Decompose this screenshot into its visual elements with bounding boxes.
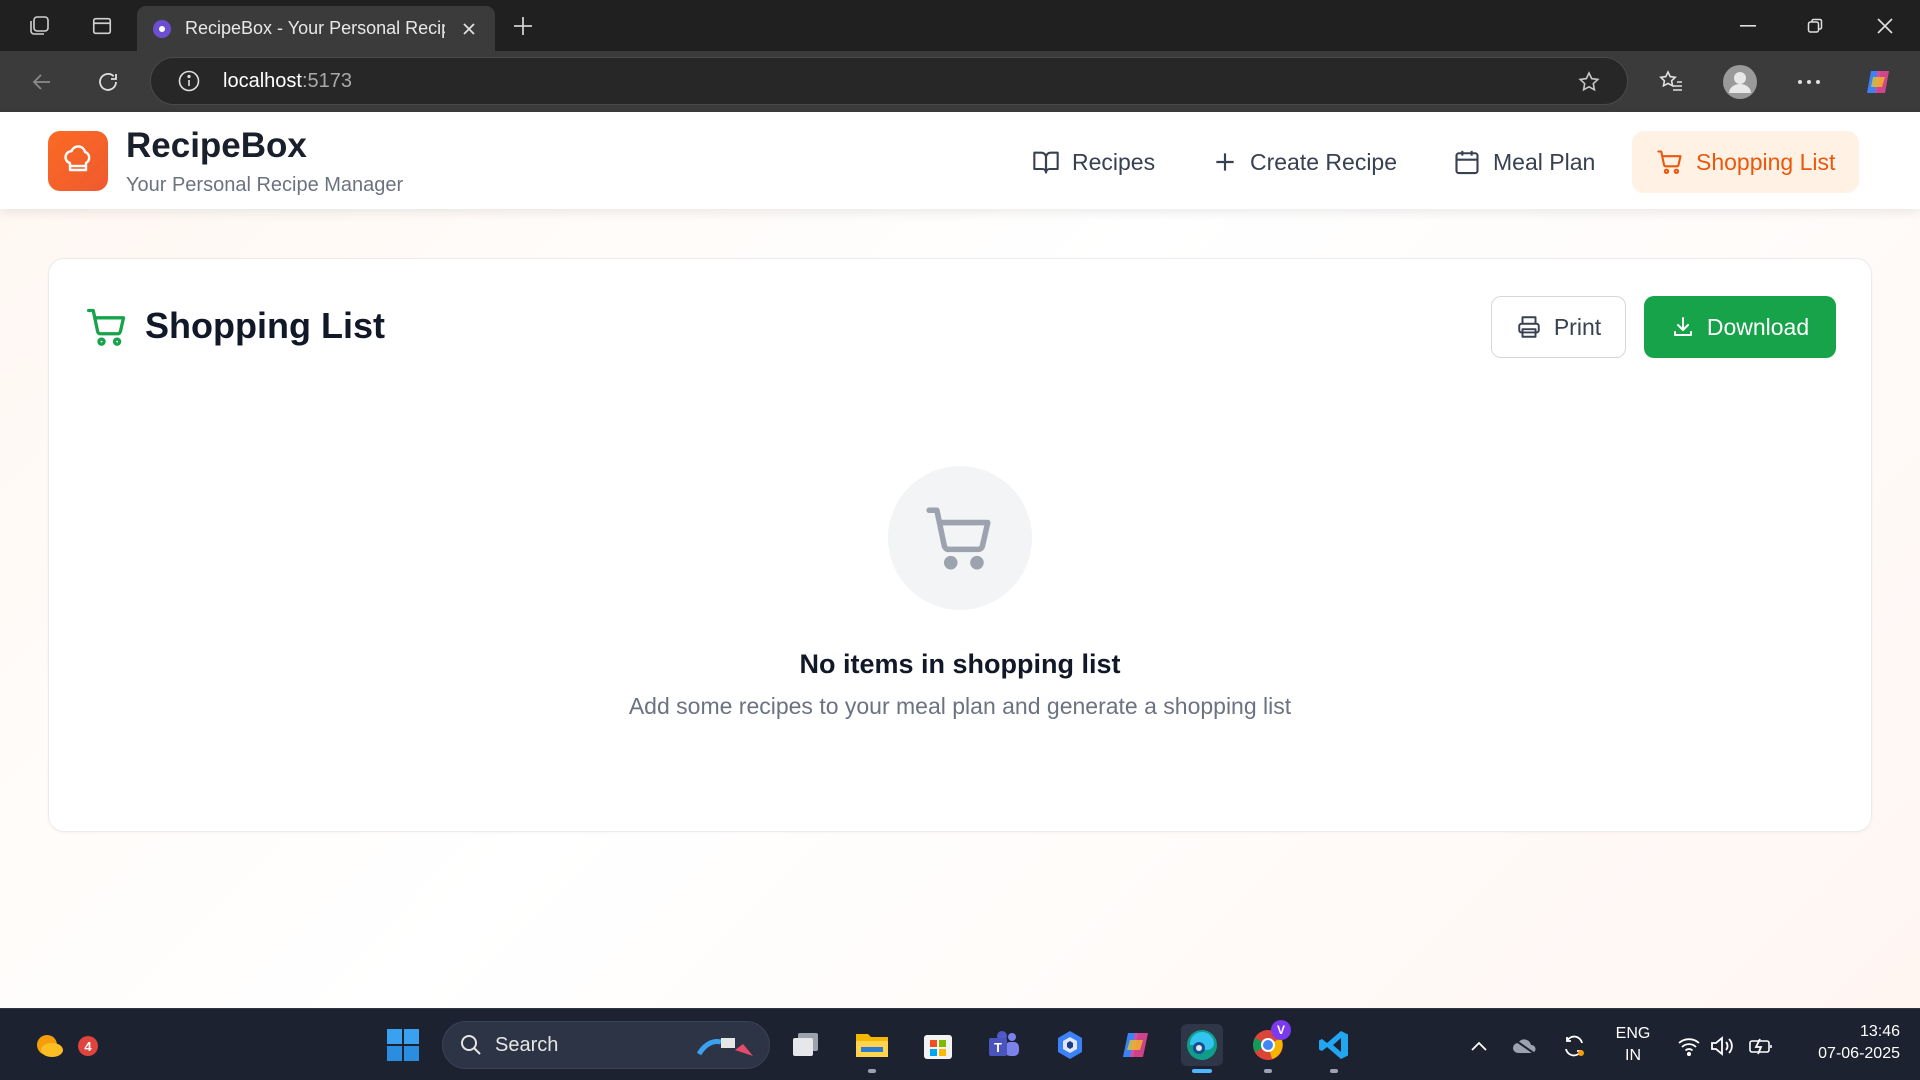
browser-toolbar: localhost:5173 bbox=[0, 51, 1920, 112]
favorites-icon[interactable] bbox=[1655, 66, 1687, 98]
minimize-icon[interactable] bbox=[1733, 12, 1763, 40]
download-button[interactable]: Download bbox=[1644, 296, 1836, 358]
nav-create-recipe-label: Create Recipe bbox=[1250, 148, 1398, 175]
shopping-list-card: Shopping List Print Download No items in… bbox=[48, 258, 1872, 832]
search-placeholder: Search bbox=[495, 1033, 559, 1056]
power-automate-icon[interactable] bbox=[1049, 1024, 1091, 1066]
file-explorer-icon[interactable] bbox=[851, 1024, 893, 1073]
wifi-icon[interactable] bbox=[1676, 1033, 1702, 1059]
empty-state-title: No items in shopping list bbox=[799, 649, 1121, 679]
more-options-icon[interactable] bbox=[1793, 66, 1825, 98]
task-view-icon[interactable] bbox=[785, 1024, 827, 1066]
calendar-icon bbox=[1455, 150, 1479, 175]
region-code: IN bbox=[1625, 1047, 1641, 1064]
shopping-cart-icon bbox=[87, 308, 126, 346]
clock-time: 13:46 bbox=[1859, 1023, 1900, 1040]
site-info-icon[interactable] bbox=[175, 67, 203, 95]
close-window-icon[interactable] bbox=[1870, 12, 1900, 40]
nav-meal-plan-label: Meal Plan bbox=[1493, 148, 1596, 175]
nav-recipes-label: Recipes bbox=[1072, 148, 1156, 175]
app-viewport: RecipeBox Your Personal Recipe Manager R… bbox=[0, 112, 1920, 1008]
microsoft-store-icon[interactable] bbox=[917, 1024, 959, 1066]
page-title: Shopping List bbox=[145, 305, 385, 346]
chrome-profile-badge: V bbox=[1271, 1020, 1291, 1040]
profile-avatar-icon[interactable] bbox=[1722, 64, 1758, 100]
battery-charging-icon[interactable] bbox=[1748, 1033, 1774, 1059]
vscode-icon[interactable] bbox=[1313, 1024, 1355, 1073]
book-icon bbox=[1033, 151, 1059, 174]
vertical-tabs-icon[interactable] bbox=[89, 13, 115, 39]
nav-create-recipe[interactable]: Create Recipe bbox=[1188, 131, 1421, 193]
onedrive-cloud-icon[interactable] bbox=[1512, 1033, 1538, 1059]
copilot-icon[interactable] bbox=[1862, 66, 1894, 98]
restore-icon[interactable] bbox=[1800, 12, 1830, 40]
printer-icon bbox=[1518, 316, 1540, 338]
tab-favicon-icon bbox=[153, 19, 171, 38]
volume-icon[interactable] bbox=[1710, 1033, 1736, 1059]
new-tab-icon[interactable] bbox=[510, 13, 536, 39]
workspaces-icon[interactable] bbox=[26, 13, 52, 39]
weather-badge: 4 bbox=[78, 1036, 98, 1056]
empty-state-subtitle: Add some recipes to your meal plan and g… bbox=[628, 693, 1292, 719]
language-indicator[interactable]: ENG IN bbox=[1610, 1023, 1656, 1067]
tab-title: RecipeBox - Your Personal Recipe Manager bbox=[185, 18, 445, 38]
nav-shopping-list[interactable]: Shopping List bbox=[1632, 131, 1860, 193]
app-header: RecipeBox Your Personal Recipe Manager R… bbox=[0, 112, 1920, 209]
nav-recipes[interactable]: Recipes bbox=[1008, 131, 1179, 193]
weather-widget-icon[interactable]: 4 bbox=[28, 1024, 98, 1066]
chrome-icon[interactable]: V bbox=[1247, 1020, 1291, 1073]
brand-name[interactable]: RecipeBox bbox=[126, 126, 307, 166]
language-code: ENG bbox=[1615, 1025, 1651, 1042]
sync-icon[interactable] bbox=[1561, 1033, 1587, 1059]
download-button-label: Download bbox=[1706, 313, 1810, 340]
plus-icon bbox=[1216, 153, 1234, 171]
print-button[interactable]: Print bbox=[1491, 296, 1626, 358]
teams-icon[interactable]: T bbox=[983, 1024, 1025, 1066]
browser-tab-bar: RecipeBox - Your Personal Recipe Manager bbox=[0, 0, 1920, 51]
windows-taskbar: 4 Search T V ENG IN 13:46 07-06-2025 bbox=[0, 1008, 1920, 1080]
empty-cart-icon bbox=[926, 507, 991, 570]
print-button-label: Print bbox=[1553, 313, 1602, 340]
favorite-star-icon[interactable] bbox=[1575, 68, 1603, 96]
svg-text:T: T bbox=[994, 1040, 1002, 1055]
nav-shopping-list-label: Shopping List bbox=[1696, 148, 1836, 175]
browser-tab-active[interactable]: RecipeBox - Your Personal Recipe Manager bbox=[137, 6, 495, 51]
show-hidden-icons-chevron-icon[interactable] bbox=[1466, 1033, 1492, 1059]
cart-icon bbox=[1657, 150, 1682, 175]
chef-hat-logo-icon[interactable] bbox=[48, 131, 108, 191]
search-icon bbox=[461, 1035, 481, 1055]
taskbar-search[interactable]: Search bbox=[442, 1021, 770, 1069]
clock[interactable]: 13:46 07-06-2025 bbox=[1790, 1021, 1900, 1065]
clock-date: 07-06-2025 bbox=[1818, 1045, 1900, 1062]
reload-icon[interactable] bbox=[92, 66, 124, 98]
start-windows-icon[interactable] bbox=[382, 1024, 424, 1066]
copilot-app-icon[interactable] bbox=[1115, 1024, 1157, 1066]
nav-meal-plan[interactable]: Meal Plan bbox=[1429, 131, 1619, 193]
empty-state-illustration bbox=[888, 466, 1032, 610]
address-bar[interactable]: localhost:5173 bbox=[150, 57, 1628, 105]
download-icon bbox=[1673, 317, 1692, 336]
back-arrow-icon[interactable] bbox=[26, 66, 58, 98]
brand-subtitle: Your Personal Recipe Manager bbox=[126, 174, 404, 196]
url-text: localhost:5173 bbox=[223, 69, 352, 92]
edge-browser-icon[interactable] bbox=[1181, 1024, 1223, 1073]
close-tab-icon[interactable] bbox=[457, 17, 481, 41]
search-highlight-icon bbox=[696, 1038, 753, 1056]
